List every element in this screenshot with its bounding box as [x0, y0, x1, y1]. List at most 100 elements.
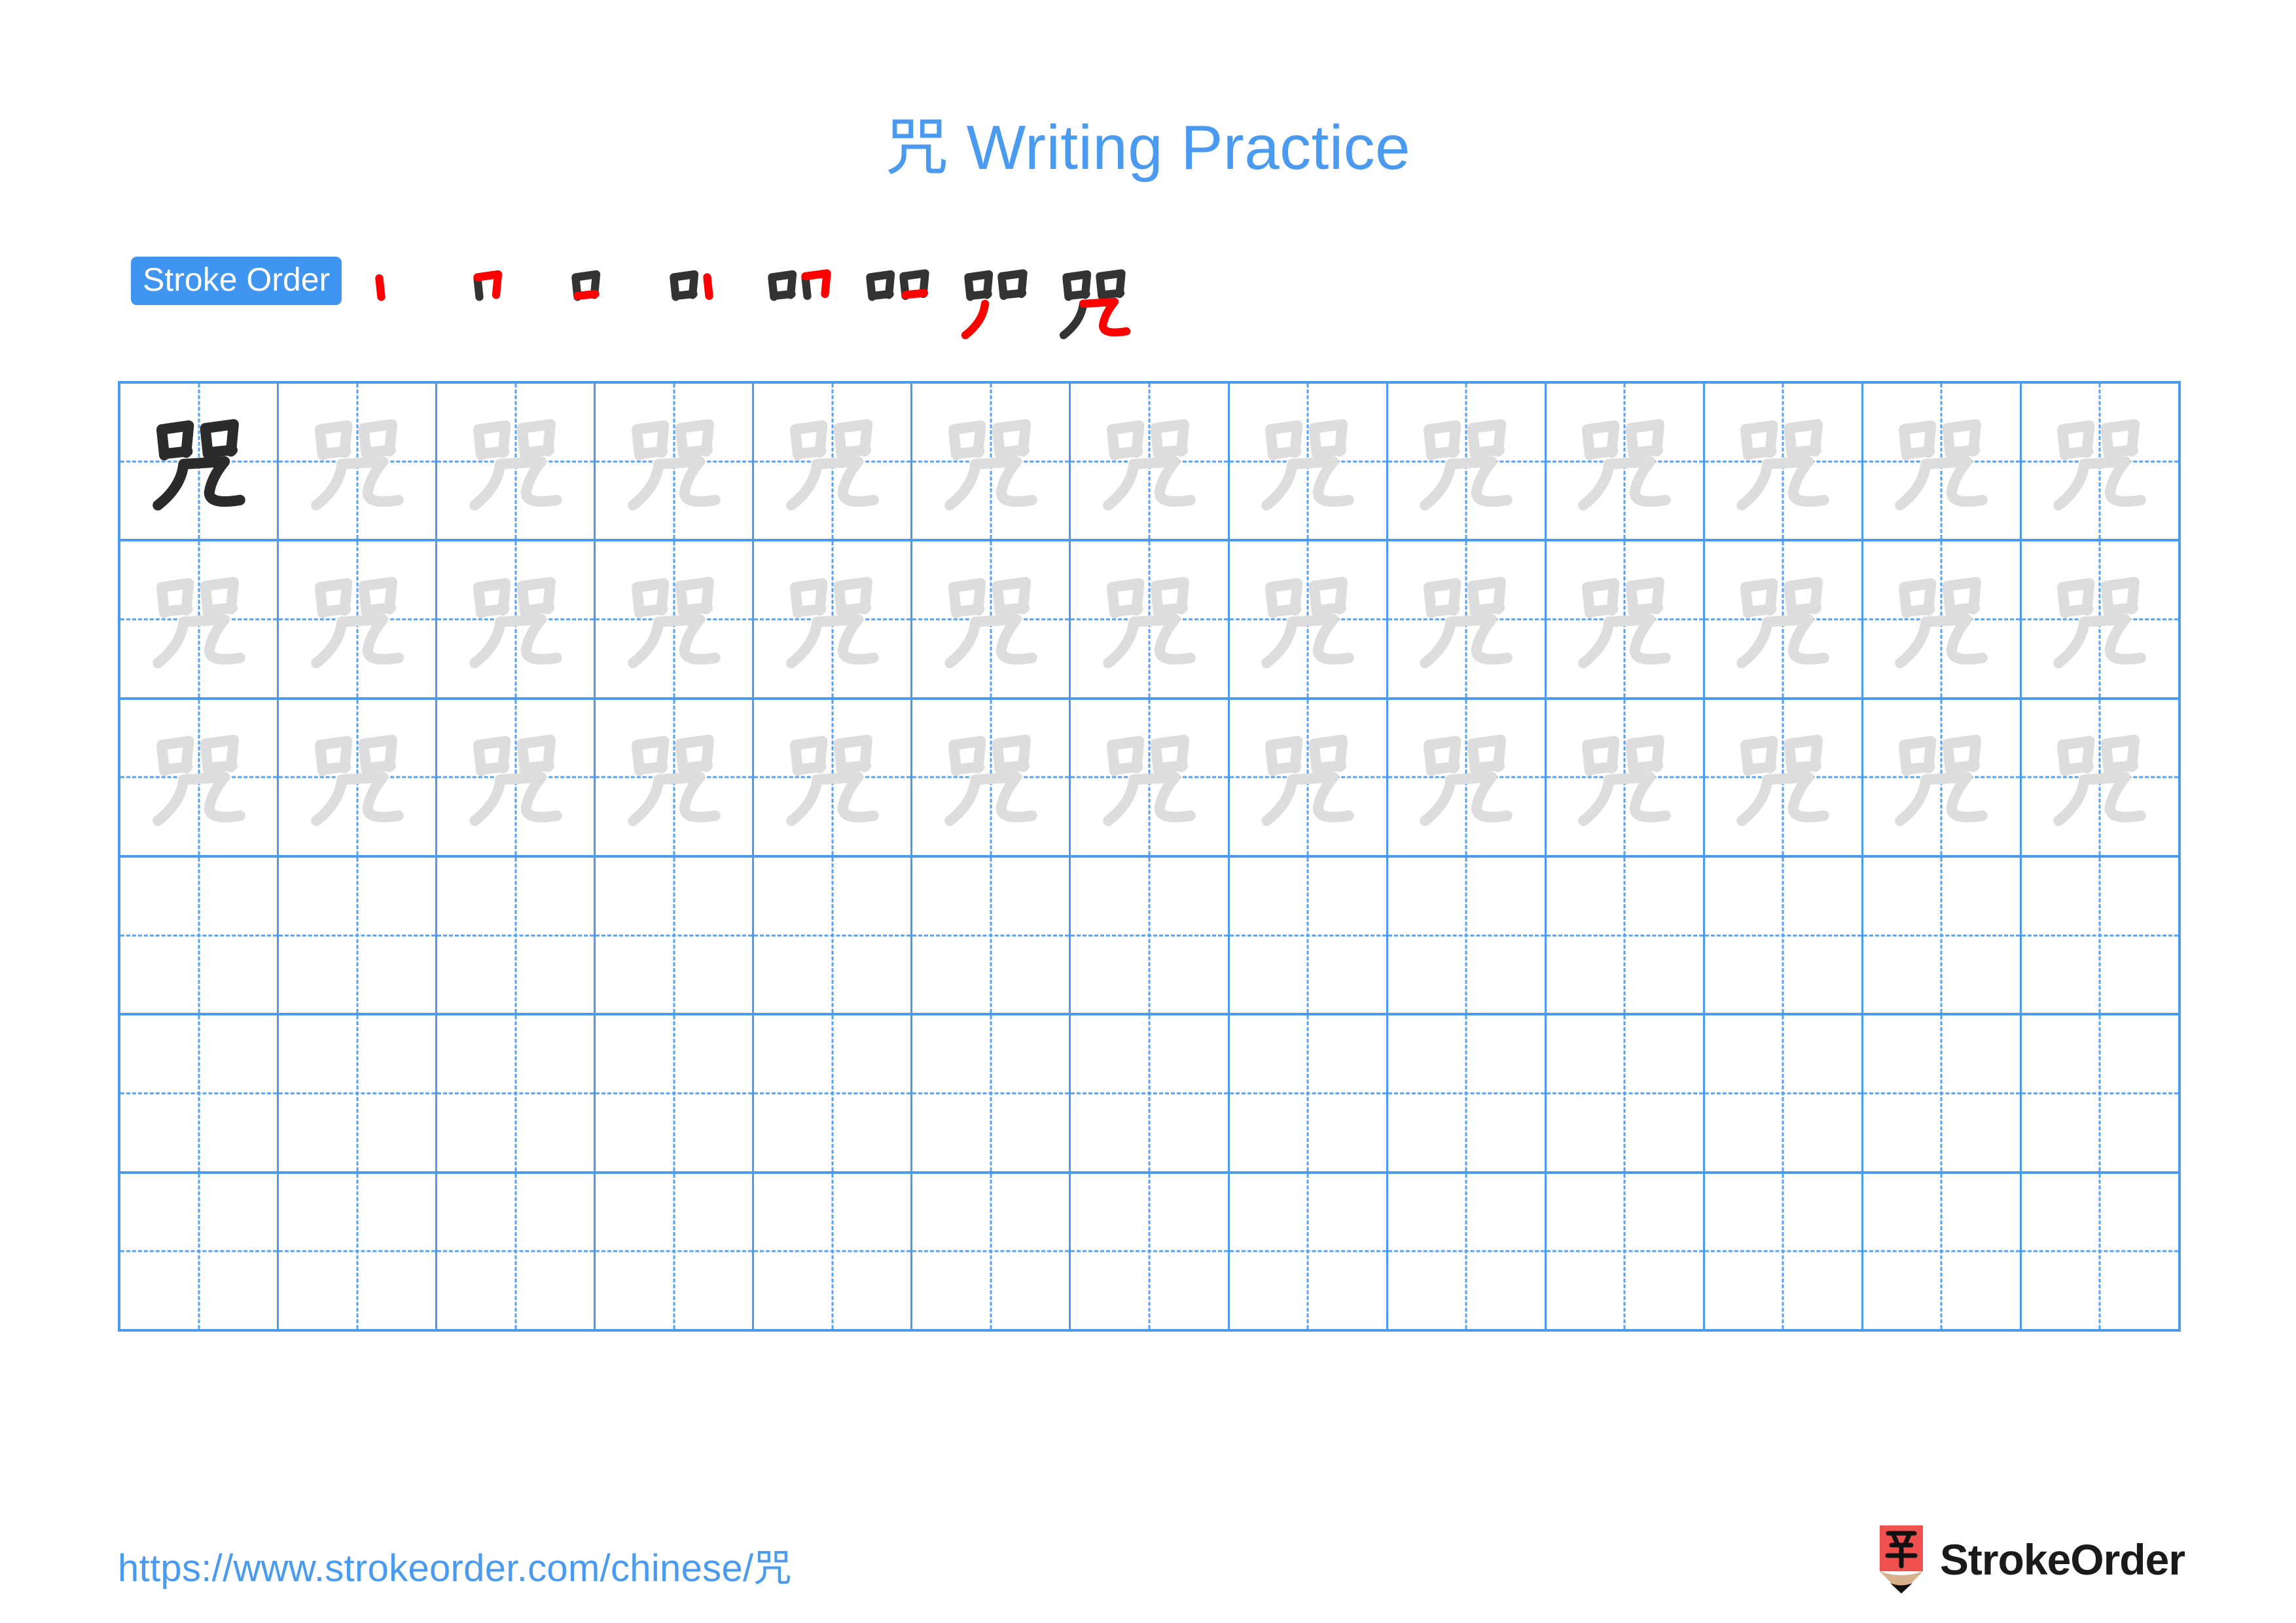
practice-cell-r6-c9[interactable] [1388, 1173, 1547, 1329]
practice-cell-r5-c12[interactable] [1863, 1015, 2022, 1171]
practice-cell-r3-c3[interactable] [437, 699, 596, 855]
stroke-order-step-1 [359, 253, 457, 351]
practice-cell-r1-c12[interactable] [1863, 384, 2022, 539]
practice-cell-r4-c1[interactable] [120, 857, 279, 1013]
practice-cell-r1-c11[interactable] [1704, 384, 1863, 539]
practice-cell-r1-c2[interactable] [279, 384, 438, 539]
footer-url-link[interactable]: https://www.strokeorder.com/chinese/咒 [118, 1537, 792, 1592]
practice-cell-r1-c3[interactable] [437, 384, 596, 539]
practice-cell-r2-c8[interactable] [1229, 541, 1388, 697]
practice-cell-r4-c9[interactable] [1388, 857, 1547, 1013]
trace-character-glyph [1230, 700, 1386, 855]
practice-cell-r5-c2[interactable] [279, 1015, 438, 1171]
practice-cell-r3-c7[interactable] [1071, 699, 1230, 855]
practice-cell-r1-c6[interactable] [912, 384, 1071, 539]
trace-character-glyph [120, 700, 277, 855]
practice-cell-r6-c6[interactable] [912, 1173, 1071, 1329]
practice-cell-r5-c6[interactable] [912, 1015, 1071, 1171]
practice-cell-r3-c12[interactable] [1863, 699, 2022, 855]
practice-cell-r2-c7[interactable] [1071, 541, 1230, 697]
practice-cell-r4-c8[interactable] [1229, 857, 1388, 1013]
practice-cell-r5-c13[interactable] [2021, 1015, 2179, 1171]
practice-cell-r6-c12[interactable] [1863, 1173, 2022, 1329]
practice-cell-r2-c13[interactable] [2021, 541, 2179, 697]
practice-cell-r2-c1[interactable] [120, 541, 279, 697]
cell-guide-vertical [2098, 1015, 2101, 1171]
practice-cell-r6-c11[interactable] [1704, 1173, 1863, 1329]
practice-cell-r5-c10[interactable] [1546, 1015, 1705, 1171]
cell-guide-vertical [198, 1015, 200, 1171]
practice-cell-r5-c5[interactable] [754, 1015, 913, 1171]
trace-character-glyph [1230, 384, 1386, 539]
practice-cell-r4-c13[interactable] [2021, 857, 2179, 1013]
practice-cell-r1-c9[interactable] [1388, 384, 1547, 539]
practice-cell-r5-c8[interactable] [1229, 1015, 1388, 1171]
practice-cell-r4-c4[interactable] [596, 857, 755, 1013]
practice-cell-r4-c10[interactable] [1546, 857, 1705, 1013]
trace-character-glyph [1863, 700, 2020, 855]
practice-cell-r2-c3[interactable] [437, 541, 596, 697]
practice-cell-r1-c5[interactable] [754, 384, 913, 539]
practice-cell-r4-c2[interactable] [279, 857, 438, 1013]
cell-guide-vertical [1465, 1015, 1467, 1171]
stroke-order-step-6 [850, 253, 948, 351]
cell-guide-horizontal [596, 1250, 753, 1252]
trace-character-glyph [2022, 384, 2178, 539]
brand-name: StrokeOrder [1939, 1535, 2185, 1584]
practice-cell-r3-c6[interactable] [912, 699, 1071, 855]
practice-cell-r5-c4[interactable] [596, 1015, 755, 1171]
practice-cell-r5-c3[interactable] [437, 1015, 596, 1171]
practice-cell-r2-c2[interactable] [279, 541, 438, 697]
practice-cell-r2-c4[interactable] [596, 541, 755, 697]
practice-cell-r5-c11[interactable] [1704, 1015, 1863, 1171]
practice-cell-r6-c8[interactable] [1229, 1173, 1388, 1329]
practice-cell-r6-c1[interactable] [120, 1173, 279, 1329]
practice-cell-r1-c10[interactable] [1546, 384, 1705, 539]
practice-grid-row [120, 699, 2179, 858]
practice-cell-r2-c10[interactable] [1546, 541, 1705, 697]
practice-cell-r3-c1[interactable] [120, 699, 279, 855]
practice-cell-r3-c10[interactable] [1546, 699, 1705, 855]
practice-cell-r2-c12[interactable] [1863, 541, 2022, 697]
practice-cell-r6-c13[interactable] [2021, 1173, 2179, 1329]
practice-cell-r3-c11[interactable] [1704, 699, 1863, 855]
practice-cell-r1-c8[interactable] [1229, 384, 1388, 539]
practice-cell-r4-c5[interactable] [754, 857, 913, 1013]
practice-cell-r4-c6[interactable] [912, 857, 1071, 1013]
practice-cell-r3-c4[interactable] [596, 699, 755, 855]
trace-character-glyph [1547, 541, 1703, 697]
cell-guide-vertical [673, 1015, 675, 1171]
practice-cell-r6-c4[interactable] [596, 1173, 755, 1329]
practice-cell-r1-c1[interactable] [120, 384, 279, 539]
stroke-order-step-3 [555, 253, 653, 351]
practice-cell-r6-c5[interactable] [754, 1173, 913, 1329]
practice-cell-r6-c7[interactable] [1071, 1173, 1230, 1329]
practice-cell-r4-c11[interactable] [1704, 857, 1863, 1013]
practice-cell-r6-c2[interactable] [279, 1173, 438, 1329]
practice-cell-r5-c1[interactable] [120, 1015, 279, 1171]
trace-character-glyph [1071, 541, 1227, 697]
practice-cell-r3-c2[interactable] [279, 699, 438, 855]
practice-cell-r1-c7[interactable] [1071, 384, 1230, 539]
practice-cell-r4-c7[interactable] [1071, 857, 1230, 1013]
practice-cell-r2-c9[interactable] [1388, 541, 1547, 697]
practice-cell-r5-c9[interactable] [1388, 1015, 1547, 1171]
practice-cell-r2-c6[interactable] [912, 541, 1071, 697]
practice-cell-r4-c12[interactable] [1863, 857, 2022, 1013]
practice-cell-r1-c4[interactable] [596, 384, 755, 539]
practice-cell-r6-c10[interactable] [1546, 1173, 1705, 1329]
practice-cell-r3-c9[interactable] [1388, 699, 1547, 855]
practice-cell-r4-c3[interactable] [437, 857, 596, 1013]
cell-guide-vertical [356, 857, 359, 1013]
practice-cell-r3-c8[interactable] [1229, 699, 1388, 855]
practice-cell-r6-c3[interactable] [437, 1173, 596, 1329]
trace-character-glyph [1071, 384, 1227, 539]
practice-cell-r3-c13[interactable] [2021, 699, 2179, 855]
practice-cell-r3-c5[interactable] [754, 699, 913, 855]
practice-cell-r2-c11[interactable] [1704, 541, 1863, 697]
practice-cell-r1-c13[interactable] [2021, 384, 2179, 539]
cell-guide-vertical [1782, 1015, 1784, 1171]
practice-cell-r2-c5[interactable] [754, 541, 913, 697]
practice-cell-r5-c7[interactable] [1071, 1015, 1230, 1171]
trace-character-glyph [912, 541, 1069, 697]
